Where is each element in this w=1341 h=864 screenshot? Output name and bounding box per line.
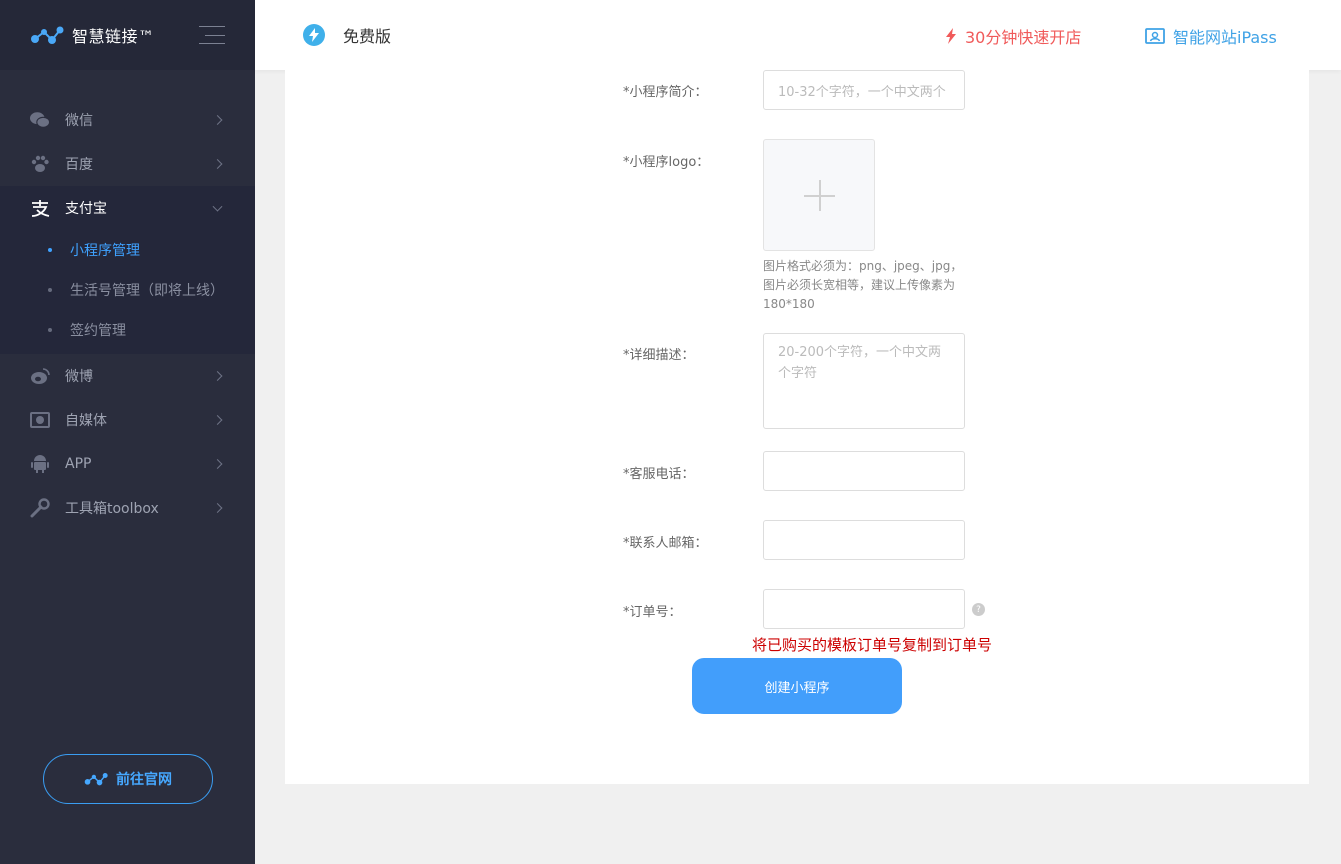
sidebar-item-wechat[interactable]: 微信 xyxy=(0,98,255,142)
paw-icon xyxy=(30,154,50,174)
order-note: 将已购买的模板订单号复制到订单号 xyxy=(752,636,993,654)
order-label: *订单号： xyxy=(623,605,682,620)
ipass-label: 智能网站iPass xyxy=(1173,28,1277,47)
chevron-right-icon xyxy=(212,415,223,425)
desc-row: *详细描述： 20-200个字符，一个中文两个字符 xyxy=(623,333,965,429)
bullet-dot xyxy=(48,248,52,252)
lightning-icon xyxy=(946,28,956,44)
sidebar: 智慧链接™ 微信 百度 支付宝 小程序管理 生活号管理（即将上线） 签约管理 微… xyxy=(0,0,255,864)
help-icon[interactable]: ? xyxy=(972,603,985,616)
sidebar-subitem-contract[interactable]: 签约管理 xyxy=(0,310,255,350)
chevron-right-icon xyxy=(212,459,223,469)
chevron-right-icon xyxy=(212,371,223,381)
phone-input[interactable] xyxy=(763,451,965,491)
top-header: 免费版 30分钟快速开店 智能网站iPass xyxy=(255,0,1341,70)
email-label: *联系人邮箱： xyxy=(623,536,708,551)
chevron-right-icon xyxy=(212,503,223,513)
logo-upload-button[interactable] xyxy=(763,139,875,251)
desc-label: *详细描述： xyxy=(623,348,695,363)
create-miniprogram-button[interactable]: 创建小程序 xyxy=(692,658,902,714)
intro-row: *小程序简介： 10-32个字符，一个中文两个 xyxy=(623,70,965,110)
chevron-down-icon xyxy=(212,201,223,212)
sidebar-item-label: 百度 xyxy=(65,157,93,173)
order-input[interactable] xyxy=(763,589,965,629)
logo-row: *小程序logo： 图片格式必须为：png、jpeg、jpg，图片必须长宽相等，… xyxy=(623,139,963,314)
sidebar-nav: 微信 百度 支付宝 小程序管理 生活号管理（即将上线） 签约管理 微博 自媒体 … xyxy=(0,98,255,530)
subitem-label: 生活号管理（即将上线） xyxy=(70,283,224,299)
edition-badge: 免费版 xyxy=(303,23,391,47)
sidebar-item-weibo[interactable]: 微博 xyxy=(0,354,255,398)
sidebar-item-label: 自媒体 xyxy=(65,413,107,429)
order-row: *订单号： ? xyxy=(623,589,985,629)
sidebar-item-app[interactable]: APP xyxy=(0,442,255,486)
bullet-dot xyxy=(48,328,52,332)
wechat-icon xyxy=(30,110,50,130)
sidebar-item-label: APP xyxy=(65,456,92,472)
sidebar-item-alipay[interactable]: 支付宝 xyxy=(0,186,255,230)
sidebar-item-toolbox[interactable]: 工具箱toolbox xyxy=(0,486,255,530)
brand-logo-icon xyxy=(31,26,64,44)
logo-hint: 图片格式必须为：png、jpeg、jpg，图片必须长宽相等，建议上传像素为180… xyxy=(763,259,963,311)
wrench-icon xyxy=(30,498,50,518)
alipay-icon xyxy=(30,198,50,218)
camera-icon xyxy=(30,410,50,430)
sidebar-item-baidu[interactable]: 百度 xyxy=(0,142,255,186)
logo-label: *小程序logo： xyxy=(623,155,710,170)
phone-label: *客服电话： xyxy=(623,467,695,482)
sidebar-item-label: 支付宝 xyxy=(65,201,107,217)
edition-label: 免费版 xyxy=(343,27,392,46)
brand-logo-icon xyxy=(84,773,108,786)
intro-label: *小程序简介： xyxy=(623,85,708,100)
quick-open-store-link[interactable]: 30分钟快速开店 xyxy=(945,24,1081,48)
sidebar-subitem-miniprogram[interactable]: 小程序管理 xyxy=(0,230,255,270)
sidebar-item-media[interactable]: 自媒体 xyxy=(0,398,255,442)
quick-open-label: 30分钟快速开店 xyxy=(965,28,1082,47)
lightning-circle-icon xyxy=(303,24,325,46)
android-icon xyxy=(30,454,50,474)
sidebar-item-label: 微博 xyxy=(65,369,93,385)
brand[interactable]: 智慧链接™ xyxy=(0,0,255,70)
alipay-submenu: 小程序管理 生活号管理（即将上线） 签约管理 xyxy=(0,230,255,354)
desc-textarea[interactable]: 20-200个字符，一个中文两个字符 xyxy=(763,333,965,429)
intro-input[interactable]: 10-32个字符，一个中文两个 xyxy=(763,70,965,110)
goto-website-label: 前往官网 xyxy=(116,772,172,788)
email-row: *联系人邮箱： xyxy=(623,520,965,560)
id-card-icon xyxy=(1145,28,1165,44)
brand-name: 智慧链接™ xyxy=(72,27,155,46)
goto-website-button[interactable]: 前往官网 xyxy=(43,754,213,804)
bullet-dot xyxy=(48,288,52,292)
email-input[interactable] xyxy=(763,520,965,560)
phone-row: *客服电话： xyxy=(623,451,965,491)
ipass-link[interactable]: 智能网站iPass xyxy=(1145,24,1277,48)
chevron-right-icon xyxy=(212,159,223,169)
subitem-label: 签约管理 xyxy=(70,323,126,339)
sidebar-item-label: 工具箱toolbox xyxy=(65,501,159,517)
subitem-label: 小程序管理 xyxy=(70,243,140,259)
menu-toggle-icon[interactable] xyxy=(199,26,225,44)
weibo-icon xyxy=(30,366,50,386)
sidebar-subitem-lifeaccount[interactable]: 生活号管理（即将上线） xyxy=(0,270,255,310)
chevron-right-icon xyxy=(212,115,223,125)
sidebar-item-label: 微信 xyxy=(65,113,93,129)
